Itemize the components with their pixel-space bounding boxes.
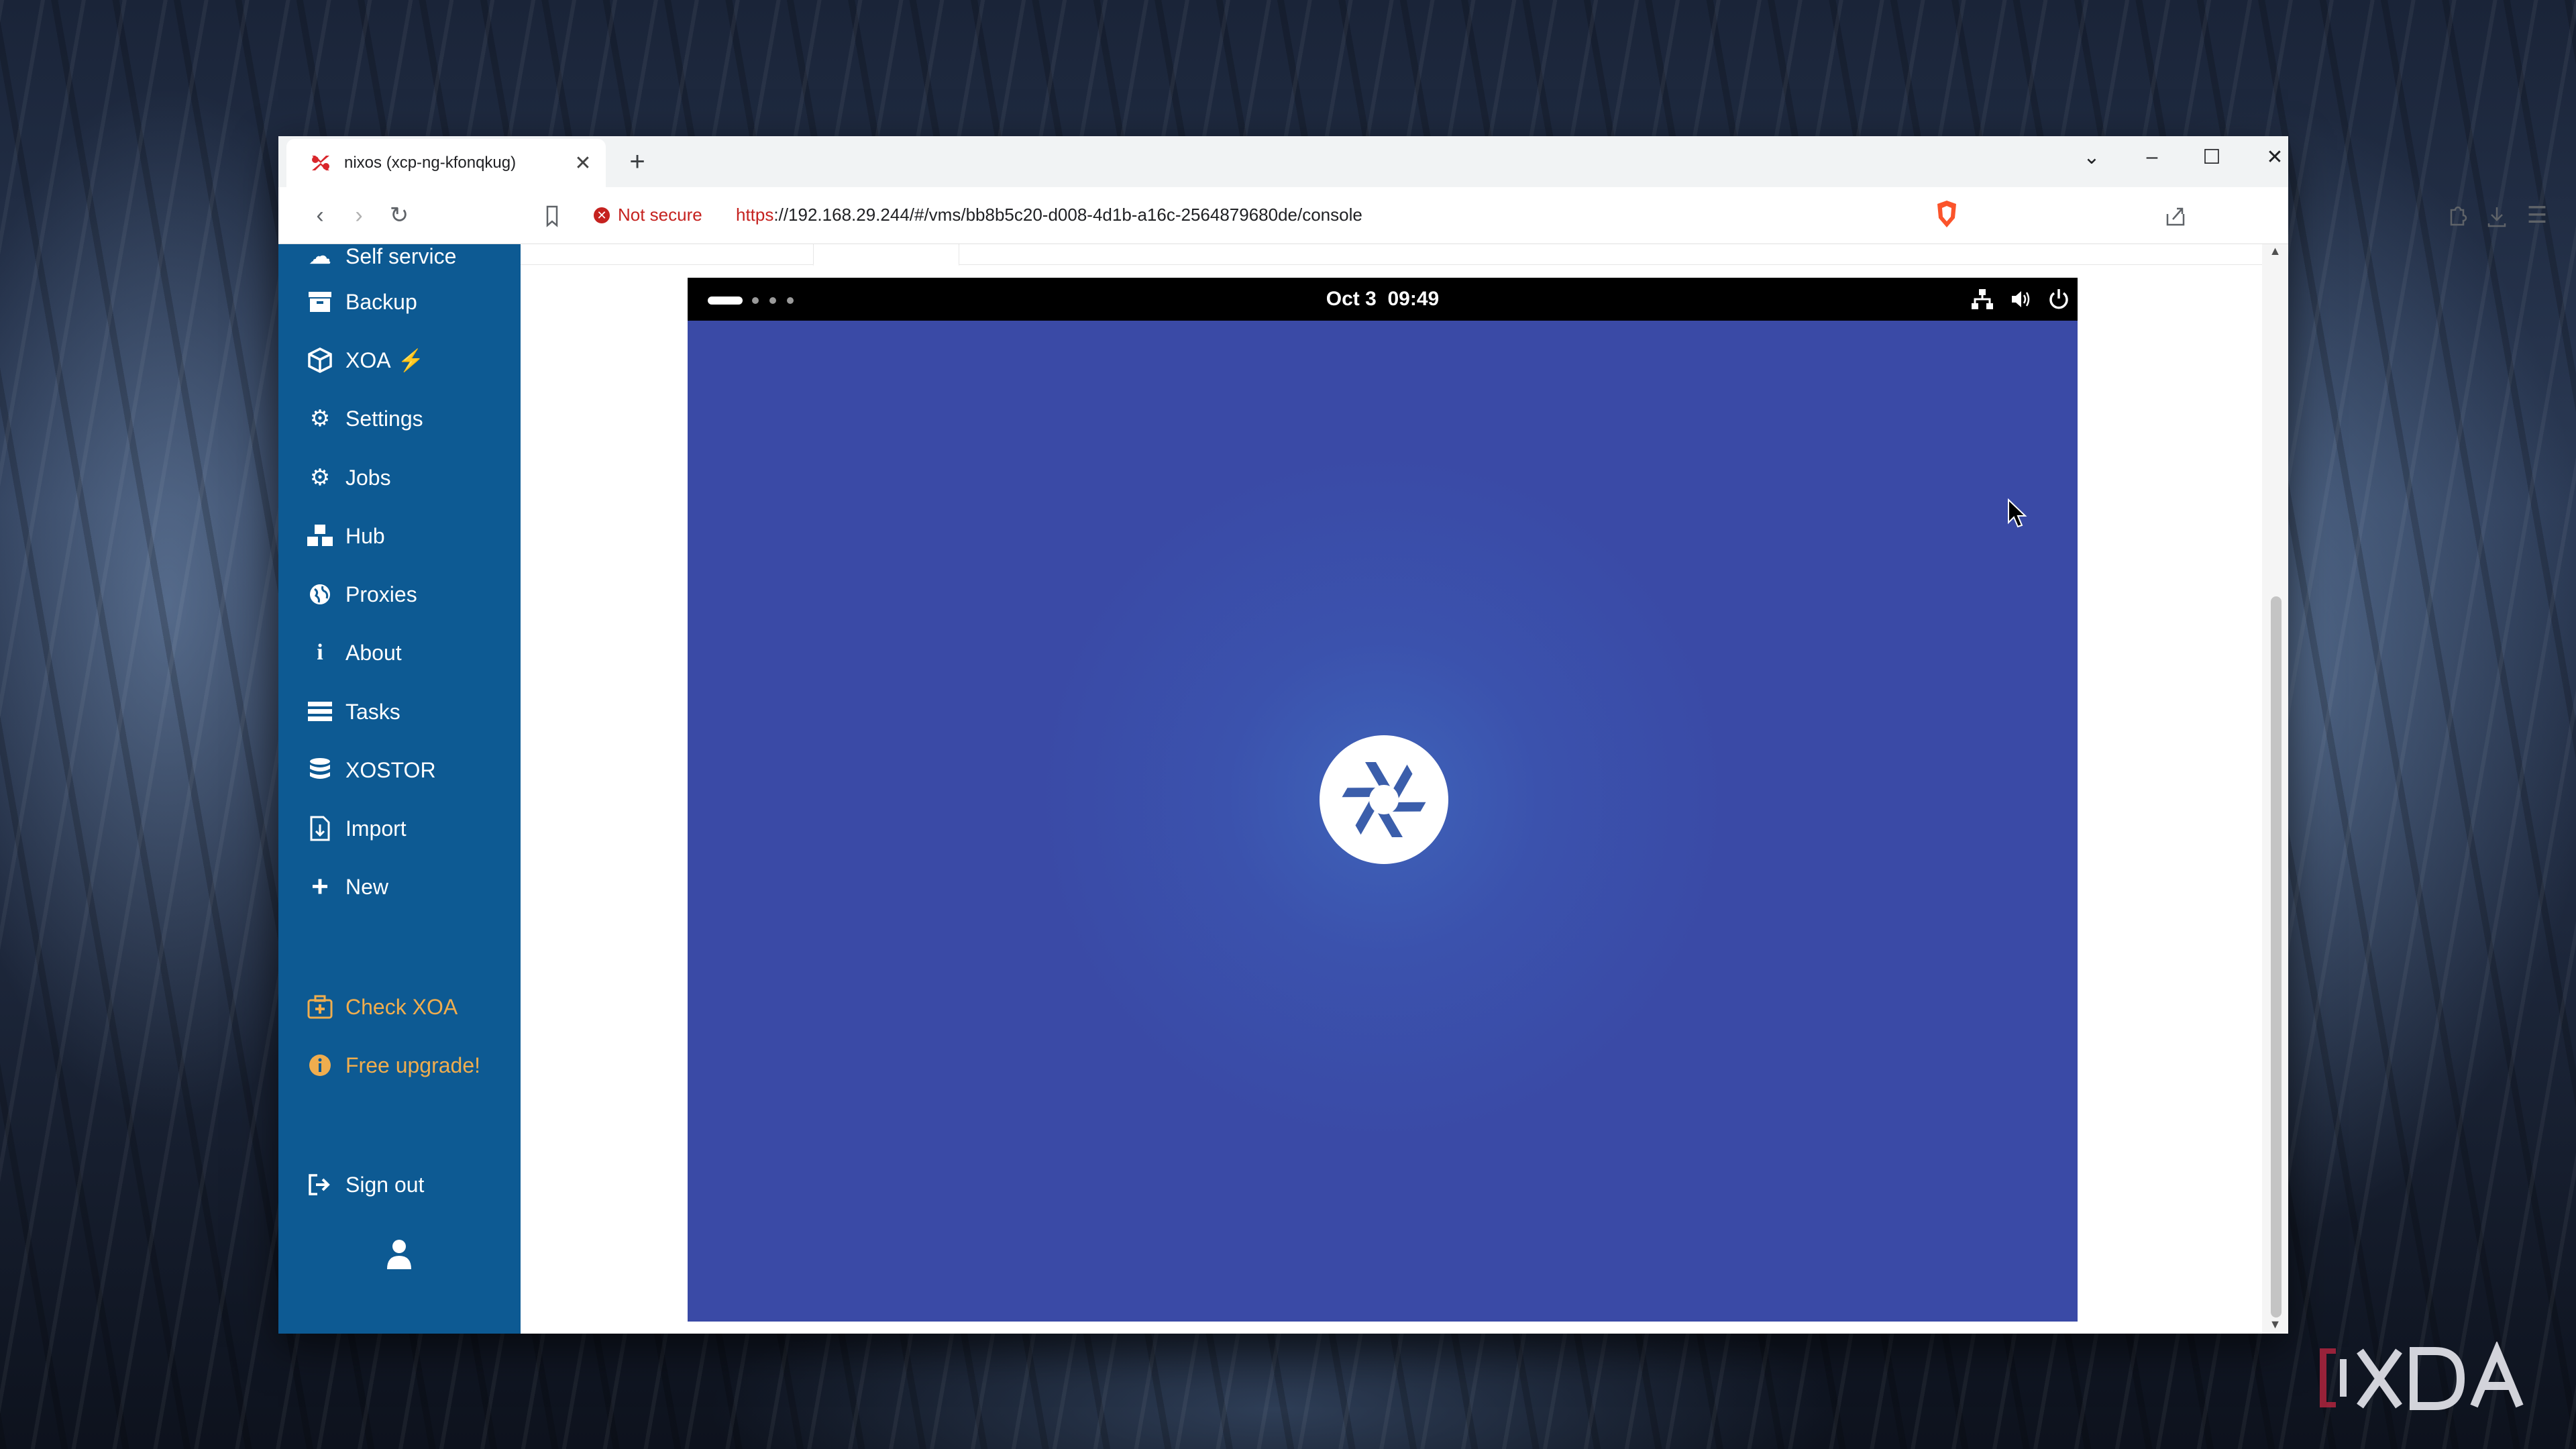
maximize-button[interactable]: ☐	[2195, 146, 2229, 169]
sidebar-item-check-xoa[interactable]: Check XOA	[304, 987, 458, 1027]
medkit-icon	[304, 991, 336, 1023]
page-scrollbar[interactable]: ▲ ▼	[2262, 244, 2288, 1334]
sidebar-item-jobs[interactable]: ⚙ Jobs	[304, 458, 391, 498]
forward-button[interactable]: ›	[344, 202, 374, 229]
nixos-logo-icon	[1320, 735, 1448, 864]
sidebar-item-hub[interactable]: Hub	[304, 516, 385, 556]
globe-icon	[304, 578, 336, 610]
sidebar-item-label: Jobs	[345, 465, 391, 490]
sidebar-item-self-service[interactable]: ☁ Self service	[304, 244, 456, 276]
browser-window: nixos (xcp-ng-kfonqkug) ✕ + ⌄ – ☐ ✕ ‹ › …	[278, 136, 2547, 1334]
security-label: Not secure	[618, 205, 702, 225]
xda-watermark-logo	[2320, 1342, 2524, 1410]
sidebar-item-xoa[interactable]: XOA ⚡	[304, 340, 424, 380]
gears-icon: ⚙	[309, 465, 331, 490]
scroll-up-arrow-icon[interactable]: ▲	[2262, 244, 2288, 258]
menu-icon[interactable]: ☰	[2522, 202, 2552, 229]
insecure-icon: ✕	[594, 207, 610, 223]
sidebar-item-label: Self service	[345, 244, 457, 268]
address-bar[interactable]: https://192.168.29.244/#/vms/bb8b5c20-d0…	[736, 205, 1362, 225]
volume-icon[interactable]	[2009, 287, 2033, 311]
clock[interactable]: Oct 3 09:49	[688, 278, 2078, 321]
reload-button[interactable]: ↻	[384, 202, 414, 229]
page-content: ☁ Self service Backup XOA ⚡ ⚙ Settings ⚙…	[278, 244, 2288, 1334]
sign-out-label: Sign out	[345, 1172, 425, 1197]
check-xoa-label: Check XOA	[345, 994, 458, 1019]
sidebar-item-label: Tasks	[345, 699, 400, 724]
brave-shields-icon[interactable]	[1935, 199, 1959, 229]
sidebar-item-label: Backup	[345, 289, 417, 314]
xoa-upgrade-bolt-icon: ⚡	[397, 348, 425, 372]
sidebar-item-sign-out[interactable]: Sign out	[304, 1165, 424, 1205]
minimize-button[interactable]: –	[2135, 146, 2169, 168]
share-icon[interactable]	[2161, 203, 2190, 230]
database-icon	[304, 754, 336, 786]
url-path: ://192.168.29.244/#/vms/bb8b5c20-d008-4d…	[773, 205, 1362, 225]
sidebar-item-proxies[interactable]: Proxies	[304, 574, 417, 614]
info-circle-icon	[304, 1049, 336, 1081]
sidebar-item-xostor[interactable]: XOSTOR	[304, 750, 436, 790]
bookmark-icon[interactable]	[537, 205, 567, 227]
sidebar-item-label: XOA	[345, 347, 391, 372]
vm-tabs-strip	[521, 244, 2262, 266]
sign-out-icon	[304, 1169, 336, 1201]
extensions-icon[interactable]	[2442, 203, 2471, 230]
scroll-down-arrow-icon[interactable]: ▼	[2262, 1318, 2288, 1332]
new-tab-button[interactable]: +	[623, 147, 652, 177]
url-scheme: https	[736, 205, 774, 225]
tab-bar: nixos (xcp-ng-kfonqkug) ✕ + ⌄ – ☐ ✕	[278, 136, 2288, 187]
plus-icon: +	[311, 870, 329, 903]
tab-title: nixos (xcp-ng-kfonqkug)	[344, 154, 517, 172]
sidebar-item-import[interactable]: Import	[304, 808, 407, 849]
user-icon[interactable]	[380, 1236, 418, 1273]
vm-console-screen[interactable]: Oct 3 09:49	[688, 278, 2078, 1322]
clock-time: 09:49	[1387, 288, 1440, 310]
clock-date: Oct 3	[1326, 288, 1377, 310]
sidebar-item-label: New	[345, 874, 389, 899]
sidebar-item-about[interactable]: i About	[304, 633, 402, 673]
xen-orchestra-favicon-icon	[312, 156, 329, 170]
tab-console[interactable]	[813, 244, 959, 266]
archive-icon	[304, 286, 336, 318]
cube-icon	[304, 344, 336, 376]
mouse-cursor-icon	[2008, 498, 2027, 528]
list-icon	[304, 696, 336, 728]
sidebar-item-backup[interactable]: Backup	[304, 282, 417, 322]
browser-tab[interactable]: nixos (xcp-ng-kfonqkug) ✕	[286, 139, 606, 187]
tab-search-chevron-icon[interactable]: ⌄	[2075, 146, 2108, 169]
vm-console-view: Oct 3 09:49	[521, 244, 2262, 1334]
sidebar-item-new[interactable]: + New	[304, 867, 388, 907]
gear-icon: ⚙	[309, 406, 331, 431]
network-icon[interactable]	[1970, 287, 1994, 311]
sidebar-item-label: Import	[345, 816, 407, 841]
sidebar-item-label: Settings	[345, 406, 423, 431]
free-upgrade-label: Free upgrade!	[345, 1053, 481, 1077]
info-icon: i	[317, 640, 323, 665]
sidebar-item-label: Hub	[345, 523, 385, 548]
gnome-top-bar: Oct 3 09:49	[688, 278, 2078, 321]
download-icon[interactable]	[2482, 203, 2512, 230]
power-icon[interactable]	[2047, 287, 2071, 311]
browser-toolbar: ‹ › ↻ ✕ Not secure https://192.168.29.24…	[278, 187, 2547, 244]
sidebar-item-settings[interactable]: ⚙ Settings	[304, 398, 423, 439]
sidebar-item-label: Proxies	[345, 582, 417, 606]
xo-sidebar: ☁ Self service Backup XOA ⚡ ⚙ Settings ⚙…	[278, 244, 521, 1334]
sidebar-item-label: About	[345, 640, 402, 665]
tab-close-button[interactable]: ✕	[570, 152, 596, 175]
cloud-icon: ☁	[309, 244, 331, 269]
close-window-button[interactable]: ✕	[2258, 146, 2292, 169]
back-button[interactable]: ‹	[305, 202, 335, 229]
sidebar-item-label: XOSTOR	[345, 757, 436, 782]
file-import-icon	[304, 812, 336, 845]
scrollbar-thumb[interactable]	[2271, 596, 2282, 1318]
sidebar-item-free-upgrade[interactable]: Free upgrade!	[304, 1045, 480, 1085]
sidebar-item-tasks[interactable]: Tasks	[304, 692, 400, 732]
cubes-icon	[304, 520, 336, 552]
security-indicator[interactable]: ✕ Not secure	[594, 205, 702, 225]
